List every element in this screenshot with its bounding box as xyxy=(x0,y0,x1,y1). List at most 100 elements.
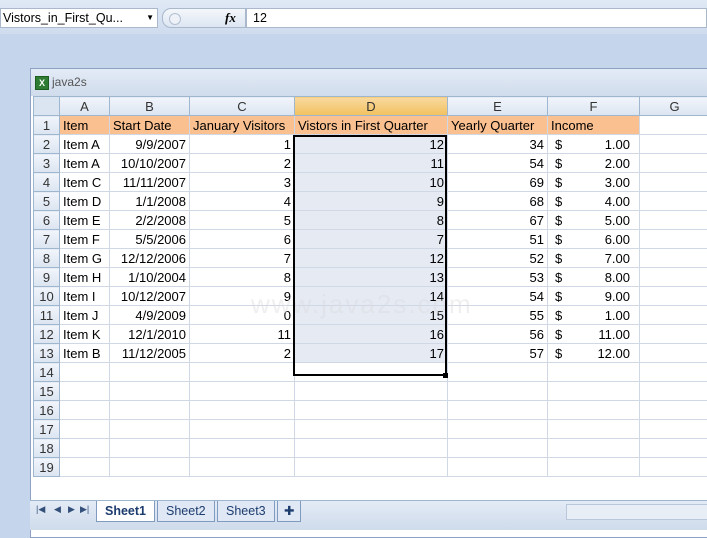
cell[interactable]: Item J xyxy=(60,306,110,325)
cell[interactable] xyxy=(295,420,448,439)
cell[interactable] xyxy=(640,135,707,154)
cell[interactable] xyxy=(640,363,707,382)
cell[interactable] xyxy=(295,363,448,382)
cell[interactable] xyxy=(295,382,448,401)
cell[interactable] xyxy=(190,382,295,401)
cell[interactable] xyxy=(448,401,548,420)
cell[interactable]: 68 xyxy=(448,192,548,211)
row-header[interactable]: 11 xyxy=(34,306,60,325)
cell[interactable]: 2/2/2008 xyxy=(110,211,190,230)
cell[interactable]: 16 xyxy=(295,325,448,344)
cell[interactable]: 8 xyxy=(295,211,448,230)
row-header[interactable]: 14 xyxy=(34,363,60,382)
select-all-corner[interactable] xyxy=(34,97,60,116)
cell[interactable]: Item E xyxy=(60,211,110,230)
row-header[interactable]: 9 xyxy=(34,268,60,287)
column-header[interactable]: A xyxy=(60,97,110,116)
cell[interactable]: Item D xyxy=(60,192,110,211)
cell[interactable] xyxy=(448,420,548,439)
cell[interactable]: 9/9/2007 xyxy=(110,135,190,154)
row-header[interactable]: 16 xyxy=(34,401,60,420)
cell[interactable] xyxy=(640,173,707,192)
fill-handle[interactable] xyxy=(443,373,448,378)
cell[interactable] xyxy=(60,401,110,420)
row-header[interactable]: 1 xyxy=(34,116,60,135)
row-header[interactable]: 6 xyxy=(34,211,60,230)
cell[interactable]: Income xyxy=(548,116,640,135)
insert-sheet-icon[interactable]: ✚ xyxy=(277,501,301,522)
cell[interactable]: 11/11/2007 xyxy=(110,173,190,192)
name-box[interactable]: Vistors_in_First_Qu... ▼ xyxy=(0,8,158,28)
cell[interactable]: 3 xyxy=(190,173,295,192)
cell[interactable]: Item A xyxy=(60,154,110,173)
cell[interactable] xyxy=(548,401,640,420)
cell[interactable]: $1.00 xyxy=(548,306,640,325)
cell[interactable]: Vistors in First Quarter xyxy=(295,116,448,135)
cell[interactable] xyxy=(640,306,707,325)
row-header[interactable]: 13 xyxy=(34,344,60,363)
cell[interactable]: $6.00 xyxy=(548,230,640,249)
first-sheet-icon[interactable]: |◀ xyxy=(36,504,45,515)
cell[interactable] xyxy=(640,420,707,439)
cell[interactable]: Item F xyxy=(60,230,110,249)
cell[interactable] xyxy=(640,439,707,458)
cell[interactable]: January Visitors xyxy=(190,116,295,135)
cell[interactable]: 12/1/2010 xyxy=(110,325,190,344)
row-header[interactable]: 2 xyxy=(34,135,60,154)
last-sheet-icon[interactable]: ▶| xyxy=(80,504,89,515)
cell[interactable]: 17 xyxy=(295,344,448,363)
cell[interactable] xyxy=(640,116,707,135)
cell[interactable] xyxy=(60,420,110,439)
cell[interactable]: 11 xyxy=(295,154,448,173)
cell[interactable]: 12/12/2006 xyxy=(110,249,190,268)
cell[interactable] xyxy=(295,439,448,458)
cell[interactable] xyxy=(190,420,295,439)
cell[interactable]: 11 xyxy=(190,325,295,344)
cell[interactable] xyxy=(110,420,190,439)
cell[interactable] xyxy=(548,420,640,439)
cell[interactable] xyxy=(448,382,548,401)
cell[interactable] xyxy=(190,401,295,420)
cell[interactable]: Item B xyxy=(60,344,110,363)
cell[interactable] xyxy=(110,363,190,382)
cell[interactable]: 7 xyxy=(295,230,448,249)
cell[interactable] xyxy=(60,458,110,477)
cell[interactable] xyxy=(640,325,707,344)
cell[interactable]: Start Date xyxy=(110,116,190,135)
cell[interactable]: 57 xyxy=(448,344,548,363)
cell[interactable] xyxy=(110,401,190,420)
cell[interactable] xyxy=(190,363,295,382)
cell[interactable]: 34 xyxy=(448,135,548,154)
cell[interactable]: 10/12/2007 xyxy=(110,287,190,306)
cell[interactable]: $8.00 xyxy=(548,268,640,287)
cell[interactable] xyxy=(295,401,448,420)
tab-sheet1[interactable]: Sheet1 xyxy=(96,501,155,522)
row-header[interactable]: 3 xyxy=(34,154,60,173)
cell[interactable]: 54 xyxy=(448,154,548,173)
cell[interactable]: $7.00 xyxy=(548,249,640,268)
cell[interactable]: Item xyxy=(60,116,110,135)
cell[interactable]: 1/1/2008 xyxy=(110,192,190,211)
cell[interactable] xyxy=(190,458,295,477)
cell[interactable]: 1/10/2004 xyxy=(110,268,190,287)
cell[interactable]: 56 xyxy=(448,325,548,344)
cell[interactable]: 5 xyxy=(190,211,295,230)
cell[interactable]: 12 xyxy=(295,249,448,268)
column-header[interactable]: F xyxy=(548,97,640,116)
cell[interactable]: 51 xyxy=(448,230,548,249)
cell[interactable]: 52 xyxy=(448,249,548,268)
cell[interactable]: $2.00 xyxy=(548,154,640,173)
cell[interactable]: 1 xyxy=(190,135,295,154)
cell[interactable]: 12 xyxy=(295,135,448,154)
cell[interactable] xyxy=(640,249,707,268)
row-header[interactable]: 10 xyxy=(34,287,60,306)
row-header[interactable]: 12 xyxy=(34,325,60,344)
prev-sheet-icon[interactable]: ◀ xyxy=(54,504,61,515)
cell[interactable]: Item H xyxy=(60,268,110,287)
cell[interactable]: Item C xyxy=(60,173,110,192)
cell[interactable]: 4/9/2009 xyxy=(110,306,190,325)
cell[interactable] xyxy=(548,382,640,401)
cell[interactable]: 67 xyxy=(448,211,548,230)
column-header[interactable]: G xyxy=(640,97,707,116)
cell[interactable] xyxy=(640,401,707,420)
